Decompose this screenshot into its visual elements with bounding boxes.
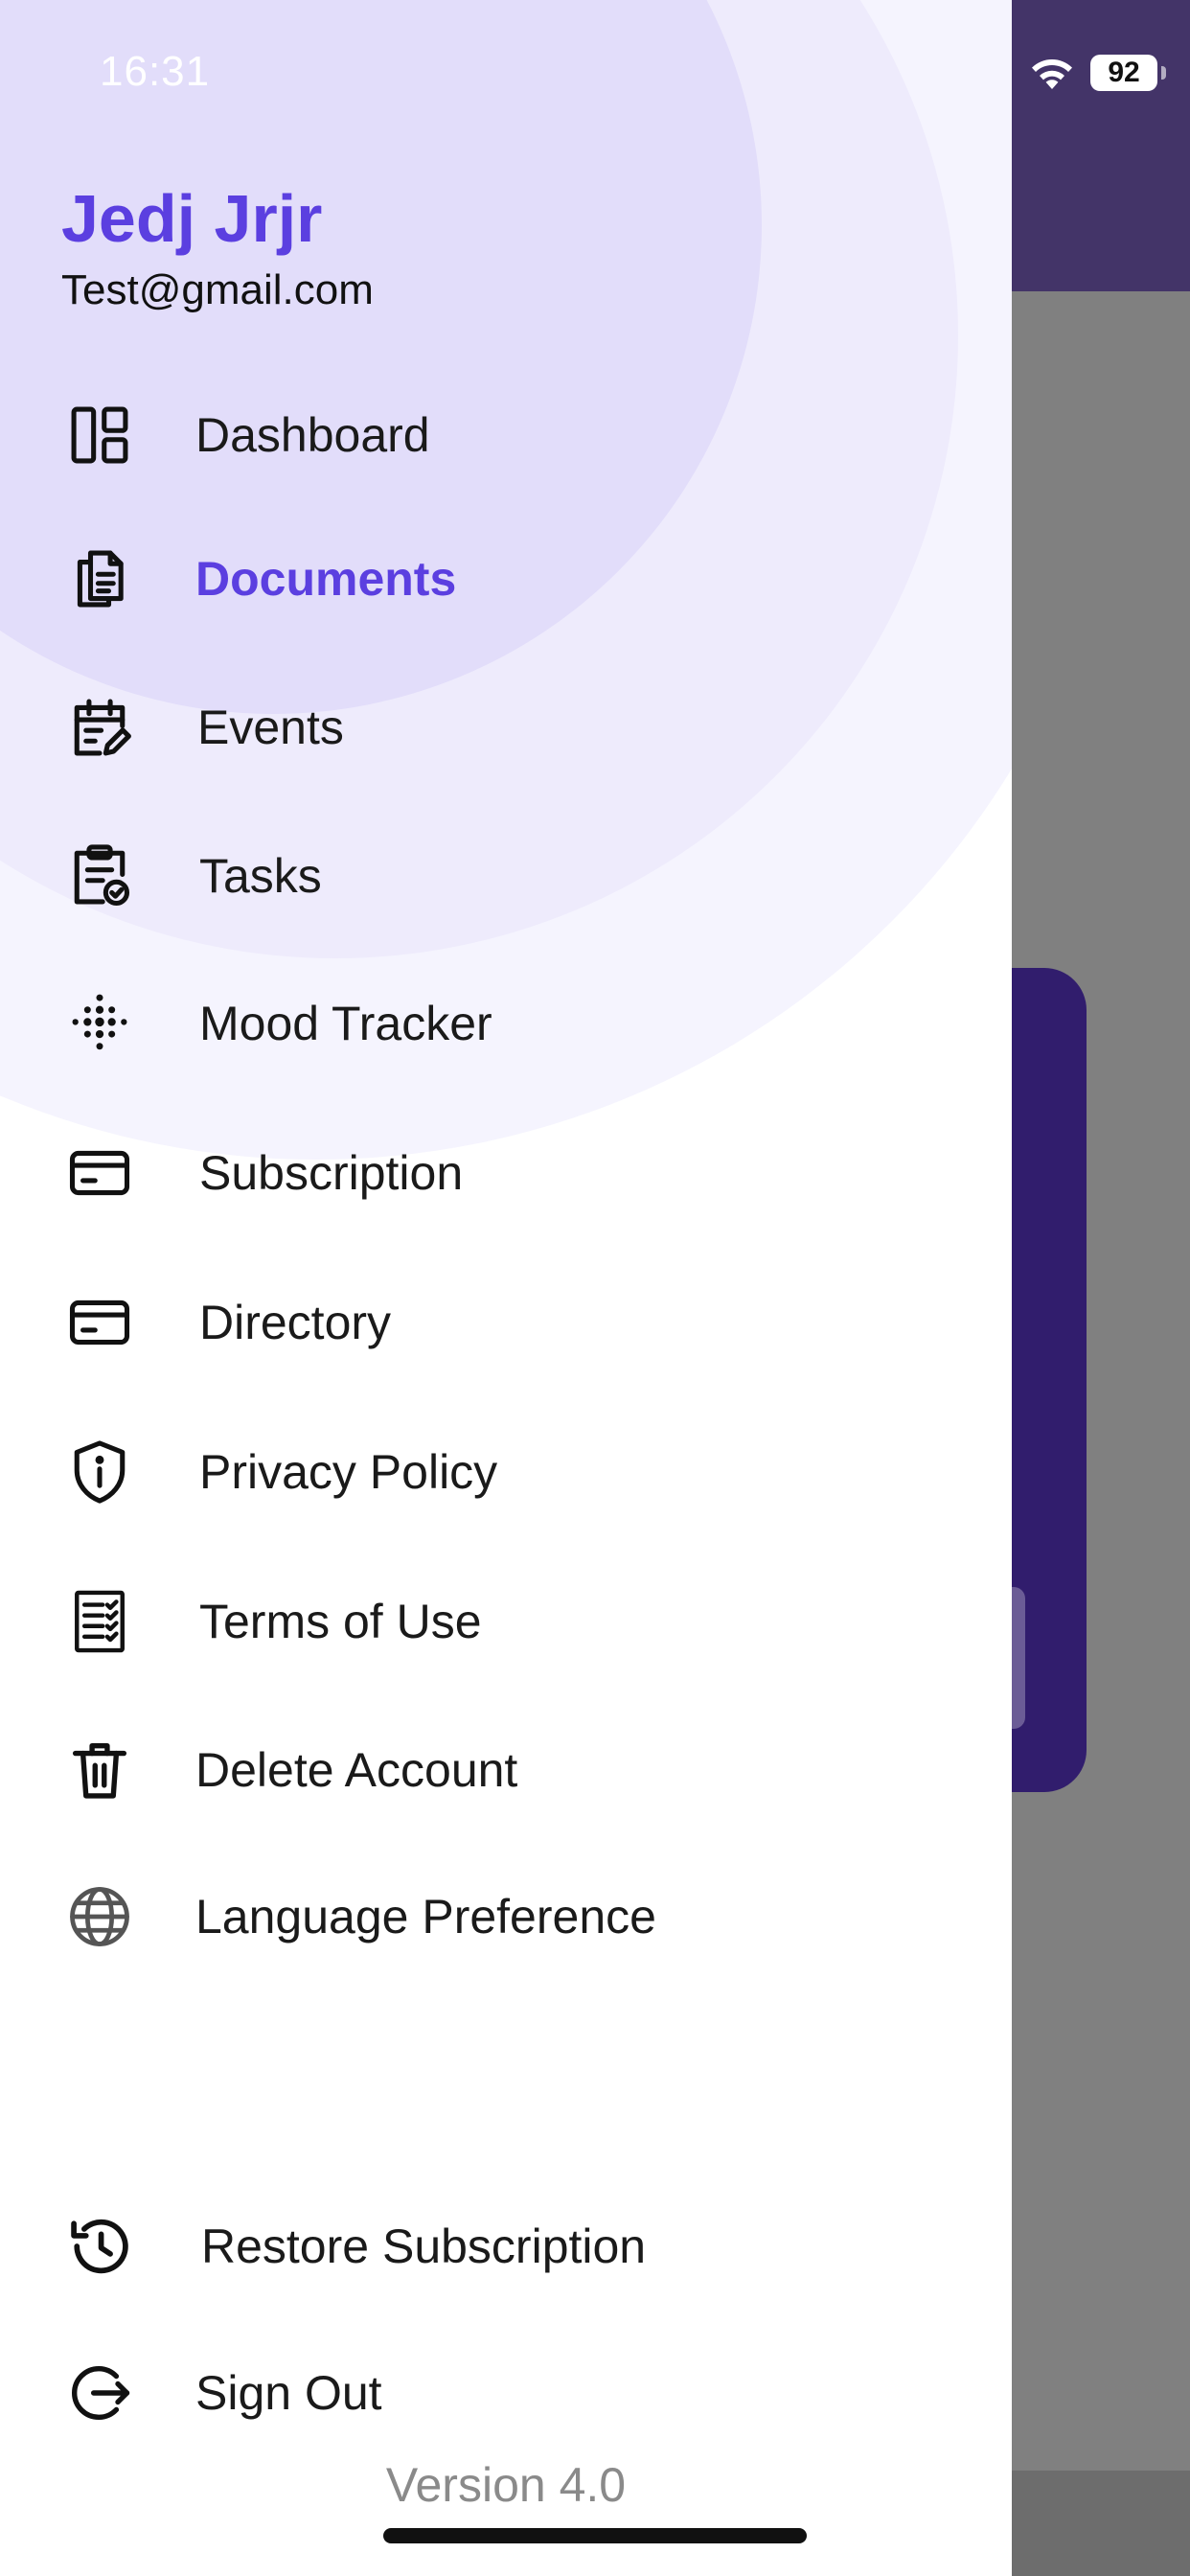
menu-item-events[interactable]: Events xyxy=(0,670,1012,785)
menu-item-label: Delete Account xyxy=(195,1743,518,1797)
navigation-drawer: Jedj Jrjr Test@gmail.com Dashboard Docum… xyxy=(0,0,1012,2576)
menu-item-terms-of-use[interactable]: Terms of Use xyxy=(0,1564,1012,1679)
globe-icon xyxy=(61,1878,138,1955)
history-icon xyxy=(61,2208,138,2285)
menu-item-label: Mood Tracker xyxy=(199,997,492,1050)
documents-icon xyxy=(61,540,138,617)
menu-item-sign-out[interactable]: Sign Out xyxy=(0,2335,1012,2450)
menu-item-label: Restore Subscription xyxy=(201,2220,647,2273)
menu-item-label: Language Preference xyxy=(195,1890,656,1944)
sign-out-icon xyxy=(61,2355,138,2431)
trash-icon xyxy=(61,1732,138,1808)
user-name: Jedj Jrjr xyxy=(61,181,323,256)
mood-tracker-icon xyxy=(61,985,138,1062)
home-indicator[interactable] xyxy=(383,2528,807,2543)
menu-item-documents[interactable]: Documents xyxy=(0,521,1012,636)
credit-card-icon xyxy=(61,1135,138,1211)
app-version: Version 4.0 xyxy=(385,2458,627,2512)
menu-item-delete-account[interactable]: Delete Account xyxy=(0,1713,1012,1828)
status-indicators: 92 xyxy=(1027,54,1166,92)
shield-info-icon xyxy=(61,1434,138,1510)
menu-item-language-preference[interactable]: Language Preference xyxy=(0,1859,1012,1974)
menu-item-label: Documents xyxy=(195,552,457,606)
credit-card-icon xyxy=(61,1284,138,1361)
menu-item-mood-tracker[interactable]: Mood Tracker xyxy=(0,966,1012,1081)
battery-level: 92 xyxy=(1108,57,1140,88)
wifi-icon xyxy=(1027,54,1077,92)
menu-item-label: Terms of Use xyxy=(199,1595,482,1648)
menu-item-label: Sign Out xyxy=(195,2366,382,2420)
menu-item-directory[interactable]: Directory xyxy=(0,1265,1012,1380)
status-time: 16:31 xyxy=(100,48,211,95)
menu-item-label: Privacy Policy xyxy=(199,1445,498,1499)
menu-item-label: Directory xyxy=(199,1296,392,1349)
dashboard-icon xyxy=(61,397,138,473)
menu-item-label: Subscription xyxy=(199,1146,464,1200)
menu-item-privacy-policy[interactable]: Privacy Policy xyxy=(0,1414,1012,1530)
menu-item-dashboard[interactable]: Dashboard xyxy=(0,378,1012,493)
menu-item-restore-subscription[interactable]: Restore Subscription xyxy=(0,2189,1012,2304)
menu-item-label: Tasks xyxy=(199,849,322,903)
battery-icon: 92 xyxy=(1090,55,1166,91)
tasks-icon xyxy=(61,838,138,914)
checklist-icon xyxy=(61,1583,138,1660)
menu-item-subscription[interactable]: Subscription xyxy=(0,1116,1012,1230)
events-icon xyxy=(61,689,138,766)
menu-item-label: Dashboard xyxy=(195,408,430,462)
menu-item-label: Events xyxy=(197,701,344,754)
user-email: Test@gmail.com xyxy=(61,266,374,313)
menu-item-tasks[interactable]: Tasks xyxy=(0,818,1012,933)
battery-tip xyxy=(1161,66,1166,80)
